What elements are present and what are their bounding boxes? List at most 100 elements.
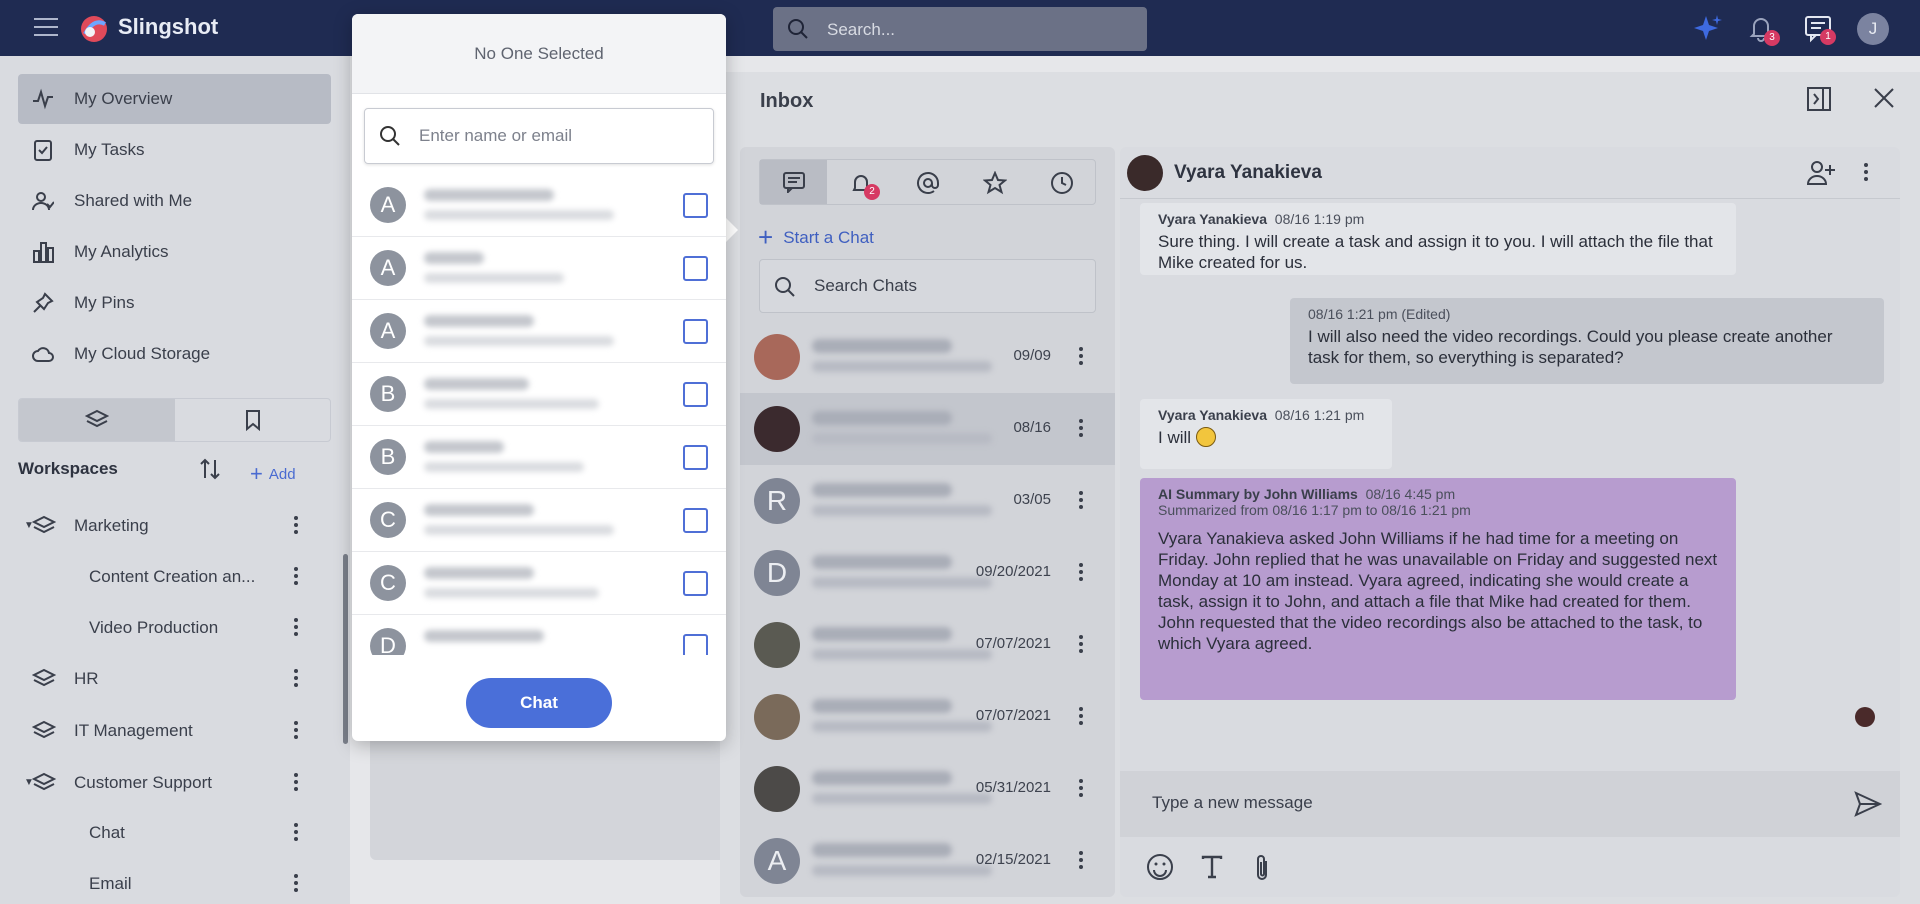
contact-item[interactable]: B	[352, 363, 726, 426]
chat-row[interactable]: 09/09	[740, 321, 1115, 393]
ai-summary-message[interactable]: AI Summary by John Williams 08/16 4:45 p…	[1140, 478, 1736, 700]
collapse-panel-icon[interactable]	[1806, 86, 1832, 112]
tab-chats[interactable]	[760, 160, 827, 204]
workspace-video-production[interactable]: Video Production	[0, 608, 330, 648]
nav-my-cloud-storage[interactable]: My Cloud Storage	[18, 329, 331, 379]
summary-range: Summarized from 08/16 1:17 pm to 08/16 1…	[1158, 502, 1471, 518]
contact-checkbox[interactable]	[683, 571, 708, 596]
cloud-icon	[32, 347, 54, 362]
more-vertical-icon[interactable]	[1077, 489, 1085, 511]
tab-favorites[interactable]	[961, 160, 1028, 204]
notifications-button[interactable]: 3	[1745, 12, 1780, 46]
sidebar-scrollbar[interactable]	[343, 554, 348, 744]
nav-my-overview[interactable]: My Overview	[18, 74, 331, 124]
search-chats-input[interactable]: Search Chats	[759, 259, 1096, 313]
contact-item[interactable]: C	[352, 552, 726, 615]
contact-item[interactable]: B	[352, 426, 726, 489]
more-vertical-icon[interactable]	[1077, 345, 1085, 367]
nav-my-pins[interactable]: My Pins	[18, 278, 331, 328]
contact-search[interactable]	[364, 108, 714, 164]
close-icon[interactable]	[1872, 86, 1896, 110]
avatar	[754, 766, 800, 812]
more-vertical-icon[interactable]	[292, 821, 300, 843]
workspace-email[interactable]: Email	[0, 864, 330, 904]
conversation-name[interactable]: Vyara Yanakieva	[1174, 162, 1322, 184]
chat-row[interactable]: 08/16	[740, 393, 1115, 465]
user-avatar[interactable]: J	[1857, 13, 1889, 45]
hamburger-menu-icon[interactable]	[34, 18, 58, 38]
more-vertical-icon[interactable]	[1077, 561, 1085, 583]
contact-checkbox[interactable]	[683, 445, 708, 470]
layers-icon	[32, 668, 56, 687]
text-format-icon[interactable]	[1200, 853, 1224, 881]
chat-preview-blurred	[812, 433, 992, 444]
contact-item[interactable]: D	[352, 615, 726, 655]
more-vertical-icon[interactable]	[1077, 633, 1085, 655]
start-chat-button[interactable]: + Start a Chat	[758, 219, 874, 252]
chat-row[interactable]: D 09/20/2021	[740, 537, 1115, 609]
message[interactable]: Vyara Yanakieva 08/16 1:19 pm Sure thing…	[1140, 203, 1736, 275]
sort-icon[interactable]	[198, 456, 222, 482]
workspace-marketing[interactable]: ▼ Marketing	[0, 506, 330, 546]
message[interactable]: 08/16 1:21 pm (Edited) I will also need …	[1290, 298, 1884, 384]
more-vertical-icon[interactable]	[1077, 849, 1085, 871]
brand-name[interactable]: Slingshot	[118, 14, 218, 40]
more-vertical-icon[interactable]	[1077, 777, 1085, 799]
chat-date: 09/20/2021	[975, 563, 1051, 580]
chat-row[interactable]: R 03/05	[740, 465, 1115, 537]
more-vertical-icon[interactable]	[292, 514, 300, 536]
contact-checkbox[interactable]	[683, 193, 708, 218]
contact-search-input[interactable]	[419, 123, 699, 149]
contact-item[interactable]: A	[352, 237, 726, 300]
more-vertical-icon[interactable]	[292, 771, 300, 793]
more-vertical-icon[interactable]	[292, 872, 300, 894]
contact-checkbox[interactable]	[683, 382, 708, 407]
chat-row[interactable]: 05/31/2021	[740, 753, 1115, 825]
workspace-hr[interactable]: HR	[0, 659, 330, 699]
contact-checkbox[interactable]	[683, 634, 708, 655]
contact-item[interactable]: A	[352, 300, 726, 363]
more-vertical-icon[interactable]	[292, 616, 300, 638]
chat-row[interactable]: A 02/15/2021	[740, 825, 1115, 897]
more-vertical-icon[interactable]	[1077, 705, 1085, 727]
contact-item[interactable]: A	[352, 174, 726, 237]
more-vertical-icon[interactable]	[1077, 417, 1085, 439]
emoji-icon[interactable]	[1146, 853, 1174, 881]
workspace-customer-support[interactable]: ▼ Customer Support	[0, 763, 330, 803]
nav-shared-with-me[interactable]: Shared with Me	[18, 176, 331, 226]
chat-row[interactable]: 07/07/2021	[740, 609, 1115, 681]
more-vertical-icon[interactable]	[292, 565, 300, 587]
contact-checkbox[interactable]	[683, 256, 708, 281]
more-vertical-icon[interactable]	[292, 719, 300, 741]
chat-name-blurred	[812, 411, 952, 425]
more-vertical-icon[interactable]	[1862, 161, 1870, 183]
more-vertical-icon[interactable]	[292, 667, 300, 689]
nav-my-analytics[interactable]: My Analytics	[18, 227, 331, 277]
avatar[interactable]	[1127, 155, 1163, 191]
contact-checkbox[interactable]	[683, 508, 708, 533]
add-user-icon[interactable]	[1806, 159, 1836, 187]
ai-sparkle-icon[interactable]	[1692, 12, 1724, 44]
send-icon[interactable]	[1854, 791, 1882, 817]
tab-history[interactable]	[1028, 160, 1095, 204]
contact-picker: No One Selected A A A B B C	[352, 14, 726, 741]
start-chat-submit-button[interactable]: Chat	[466, 678, 612, 728]
contact-checkbox[interactable]	[683, 319, 708, 344]
inbox-button[interactable]: 1	[1802, 12, 1836, 45]
message-composer[interactable]: Type a new message	[1120, 771, 1900, 837]
chat-preview-blurred	[812, 793, 992, 804]
attachment-icon[interactable]	[1252, 853, 1272, 883]
workspace-chat[interactable]: Chat	[0, 813, 330, 853]
workspace-content-creation[interactable]: Content Creation an...	[0, 557, 330, 597]
tab-mentions[interactable]	[894, 160, 961, 204]
chat-row[interactable]: 07/07/2021	[740, 681, 1115, 753]
tab-notifications[interactable]: 2	[827, 160, 894, 204]
add-workspace-button[interactable]: + Add	[250, 459, 296, 486]
layers-tab[interactable]	[19, 399, 175, 441]
workspace-it-management[interactable]: IT Management	[0, 711, 330, 751]
bookmarks-tab[interactable]	[176, 399, 330, 441]
nav-my-tasks[interactable]: My Tasks	[18, 125, 331, 175]
contact-item[interactable]: C	[352, 489, 726, 552]
global-search[interactable]: Search...	[773, 7, 1147, 51]
message[interactable]: Vyara Yanakieva 08/16 1:21 pm I will	[1140, 399, 1392, 469]
